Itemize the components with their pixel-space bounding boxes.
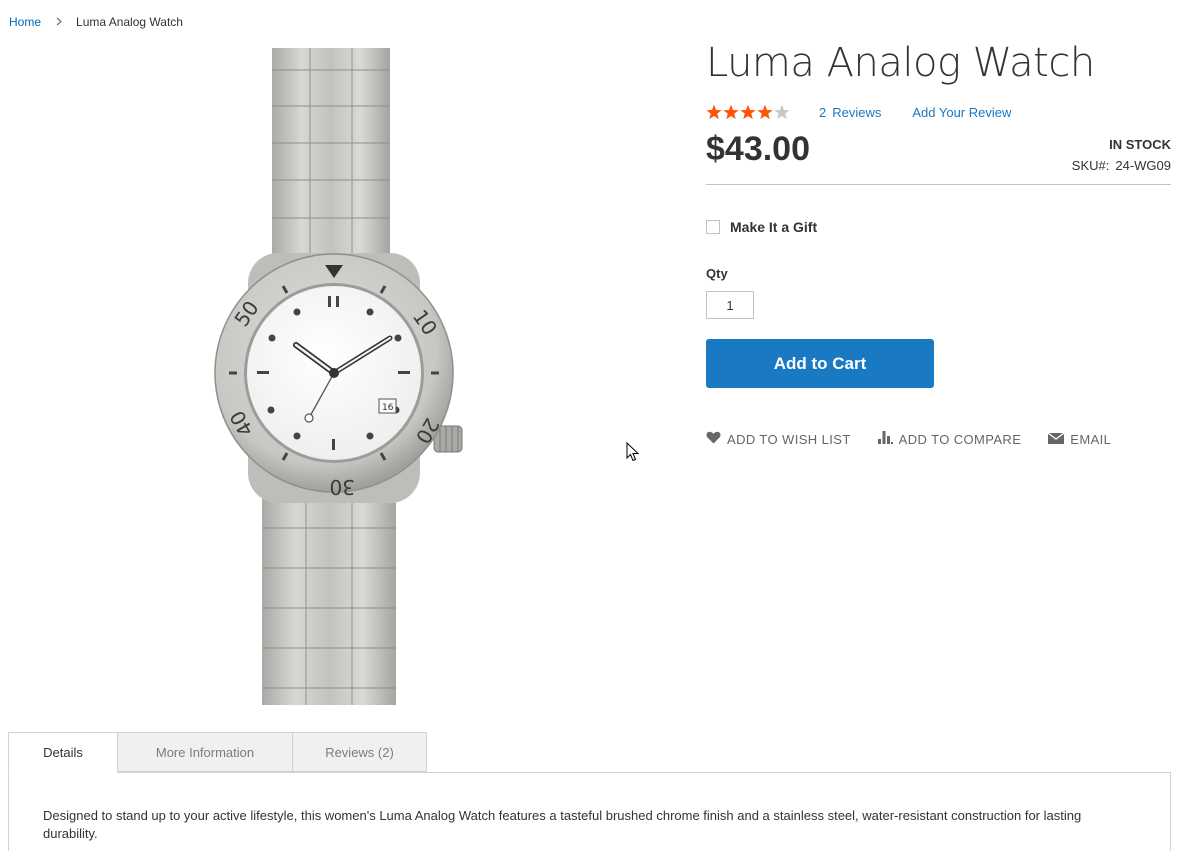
- add-to-cart-button[interactable]: Add to Cart: [706, 339, 934, 388]
- add-to-wishlist-link[interactable]: ADD TO WISH LIST: [706, 431, 851, 447]
- tab-details[interactable]: Details: [8, 732, 118, 773]
- reviews-link[interactable]: 2 Reviews: [819, 105, 881, 120]
- bezel-numeral-30: 30: [330, 475, 355, 499]
- product-description: Designed to stand up to your active life…: [43, 808, 1082, 841]
- gift-label[interactable]: Make It a Gift: [730, 219, 817, 235]
- product-social-links: ADD TO WISH LIST ADD TO COMPARE EMAIL: [706, 431, 1111, 447]
- tab-reviews[interactable]: Reviews (2): [292, 732, 427, 772]
- compare-label: ADD TO COMPARE: [898, 431, 1022, 447]
- envelope-icon: [1047, 431, 1065, 447]
- date-window: 16: [382, 403, 394, 413]
- email-link[interactable]: EMAIL: [1047, 431, 1112, 447]
- add-review-link[interactable]: Add Your Review: [912, 105, 1011, 120]
- rating-summary: 2 Reviews Add Your Review: [706, 102, 1011, 122]
- product-title: Luma Analog Watch: [706, 40, 1095, 86]
- price-divider: [706, 184, 1171, 185]
- heart-icon: [706, 431, 721, 447]
- add-to-compare-link[interactable]: ADD TO COMPARE: [877, 431, 1022, 447]
- details-tab-panel: Designed to stand up to your active life…: [8, 772, 1171, 851]
- breadcrumb-home-link[interactable]: Home: [9, 15, 41, 29]
- mouse-cursor-icon: [626, 441, 640, 467]
- chevron-right-icon: [56, 15, 62, 29]
- qty-input[interactable]: [706, 291, 754, 319]
- sku-label: SKU#:: [1071, 158, 1110, 173]
- bar-chart-icon: [877, 431, 893, 447]
- tab-more-information[interactable]: More Information: [117, 732, 293, 772]
- product-page: Home Luma Analog Watch 50 10 40 20 30 16…: [0, 0, 1181, 851]
- breadcrumb: Home Luma Analog Watch: [9, 15, 183, 29]
- watch-image: 50 10 40 20 30 16: [214, 48, 463, 705]
- breadcrumb-current: Luma Analog Watch: [76, 15, 183, 29]
- gift-checkbox[interactable]: [706, 220, 720, 234]
- wishlist-label: ADD TO WISH LIST: [727, 431, 851, 447]
- stock-status: IN STOCK: [1109, 137, 1171, 152]
- reviews-count: 2: [819, 104, 827, 120]
- product-image[interactable]: 50 10 40 20 30 16: [0, 48, 670, 705]
- sku-value: 24-WG09: [1115, 158, 1171, 173]
- product-sku: SKU#: 24-WG09: [1072, 158, 1171, 173]
- qty-label: Qty: [706, 266, 728, 281]
- rating-stars: [706, 104, 790, 121]
- gift-option: Make It a Gift: [706, 219, 817, 235]
- email-label: EMAIL: [1070, 431, 1112, 447]
- product-price: $43.00: [706, 130, 810, 168]
- product-info-tabs: Details More Information Reviews (2): [8, 732, 427, 773]
- reviews-label: Reviews: [832, 104, 882, 120]
